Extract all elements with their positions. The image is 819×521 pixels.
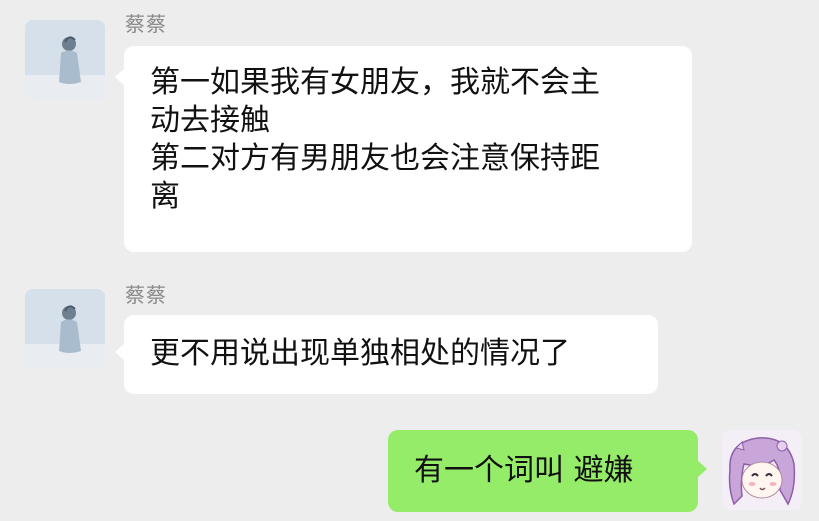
person-photo-avatar-icon: [25, 20, 105, 100]
self-avatar[interactable]: [722, 430, 802, 510]
person-photo-avatar-icon: [25, 289, 105, 369]
message-text-line: 第二对方有男朋友也会注意保持距: [150, 141, 600, 176]
sender-name: 蔡蔡: [125, 283, 167, 307]
sender-name: 蔡蔡: [125, 12, 167, 36]
anime-girl-avatar-icon: [722, 430, 802, 510]
contact-avatar[interactable]: [25, 289, 105, 369]
message-bubble[interactable]: 第一如果我有女朋友，我就不会主 动去接触 第二对方有男朋友也会注意保持距 离: [115, 46, 692, 252]
message-text-line: 有一个词叫 避嫌: [414, 453, 634, 488]
message-bubble[interactable]: 更不用说出现单独相处的情况了: [115, 315, 658, 394]
contact-avatar[interactable]: [25, 20, 105, 100]
bubble-tail: [115, 343, 125, 361]
message-text-line: 第一如果我有女朋友，我就不会主: [150, 65, 600, 100]
bubble-tail: [115, 68, 125, 86]
message-text-line: 离: [150, 179, 180, 214]
message-text-line: 动去接触: [150, 103, 270, 138]
message-text-line: 更不用说出现单独相处的情况了: [150, 336, 570, 371]
bubble-tail: [697, 460, 707, 478]
outgoing-message-bubble[interactable]: 有一个词叫 避嫌: [388, 430, 707, 512]
